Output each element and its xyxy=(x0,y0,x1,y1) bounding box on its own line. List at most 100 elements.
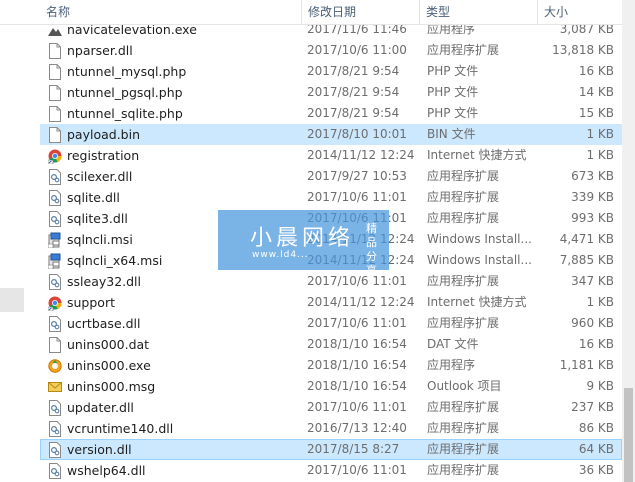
file-name: ntunnel_sqlite.php xyxy=(67,106,183,121)
dll-file-icon xyxy=(48,316,62,332)
file-size: 673 KB xyxy=(571,169,614,183)
file-date-modified: 2017/8/21 9:54 xyxy=(307,106,400,120)
column-header-size[interactable]: 大小 xyxy=(538,0,622,24)
file-size: 16 KB xyxy=(578,64,614,78)
file-name: support xyxy=(67,295,115,310)
file-size: 1 KB xyxy=(586,127,614,141)
file-date-modified: 2014/11/12 12:24 xyxy=(307,295,415,309)
file-type: PHP 文件 xyxy=(427,85,479,99)
file-date-modified: 2017/10/6 11:01 xyxy=(307,190,407,204)
file-row[interactable]: sqlite.dll 2017/10/6 11:01 应用程序扩展 339 KB xyxy=(40,187,622,208)
file-type: DAT 文件 xyxy=(427,337,479,351)
dll-file-icon xyxy=(48,211,62,227)
file-date-modified: 2017/10/6 11:01 xyxy=(307,274,407,288)
file-row[interactable]: ucrtbase.dll 2017/10/6 11:01 应用程序扩展 960 KB xyxy=(40,313,622,334)
file-type: 应用程序扩展 xyxy=(427,400,500,414)
file-row[interactable]: scilexer.dll 2017/9/27 10:53 应用程序扩展 673 KB xyxy=(40,166,622,187)
blank-file-icon xyxy=(48,127,62,143)
blank-file-icon xyxy=(48,64,62,80)
msi-installer-icon xyxy=(47,253,62,270)
blank-file-icon xyxy=(48,85,62,101)
watermark-subtitle: www.ld4... xyxy=(252,250,309,260)
file-type: Internet 快捷方式 xyxy=(427,148,527,162)
column-header-date[interactable]: 修改日期 xyxy=(302,0,420,24)
file-size: 36 KB xyxy=(578,463,614,477)
file-type: 应用程序扩展 xyxy=(427,190,500,204)
uninstaller-icon xyxy=(48,358,62,374)
file-row[interactable]: ntunnel_pgsql.php 2017/8/21 9:54 PHP 文件 14 … xyxy=(40,82,622,103)
file-type: 应用程序扩展 xyxy=(427,274,500,288)
file-name: updater.dll xyxy=(67,400,134,415)
file-size: 993 KB xyxy=(571,211,614,225)
file-name: version.dll xyxy=(67,442,132,457)
file-row[interactable]: unins000.exe 2018/1/10 16:54 应用程序 1,181 KB xyxy=(40,355,622,376)
mail-message-icon xyxy=(48,379,62,395)
file-row[interactable]: updater.dll 2017/10/6 11:01 应用程序扩展 237 KB xyxy=(40,397,622,418)
file-type: 应用程序扩展 xyxy=(427,421,500,435)
file-date-modified: 2017/10/6 11:00 xyxy=(307,43,407,57)
file-size: 64 KB xyxy=(578,442,614,456)
file-name: sqlite.dll xyxy=(67,190,120,205)
file-row[interactable]: ssleay32.dll 2017/10/6 11:01 应用程序扩展 347 KB xyxy=(40,271,622,292)
file-name: payload.bin xyxy=(67,127,141,142)
file-row[interactable]: payload.bin 2017/8/10 10:01 BIN 文件 1 KB xyxy=(40,124,622,145)
file-row[interactable]: unins000.msg 2018/1/10 16:54 Outlook 项目 9 K… xyxy=(40,376,622,397)
column-header-bar: 名称 ︿ 修改日期 类型 大小 xyxy=(0,0,622,25)
file-size: 9 KB xyxy=(586,379,614,393)
file-size: 15 KB xyxy=(578,106,614,120)
file-date-modified: 2018/1/10 16:54 xyxy=(307,379,407,393)
file-row[interactable]: ntunnel_sqlite.php 2017/8/21 9:54 PHP 文件 15… xyxy=(40,103,622,124)
scrollbar-thumb[interactable] xyxy=(624,388,633,482)
column-header-name[interactable]: 名称 xyxy=(40,0,302,24)
file-size: 347 KB xyxy=(571,274,614,288)
file-name: vcruntime140.dll xyxy=(67,421,174,436)
file-type: PHP 文件 xyxy=(427,106,479,120)
file-date-modified: 2018/1/10 16:54 xyxy=(307,337,407,351)
file-type: Outlook 项目 xyxy=(427,379,502,393)
file-name: ucrtbase.dll xyxy=(67,316,141,331)
file-date-modified: 2017/10/6 11:01 xyxy=(307,463,407,477)
file-date-modified: 2017/9/27 10:53 xyxy=(307,169,407,183)
file-size: 86 KB xyxy=(578,421,614,435)
file-type: 应用程序 xyxy=(427,358,476,372)
file-type: 应用程序扩展 xyxy=(427,211,500,225)
file-date-modified: 2017/10/6 11:01 xyxy=(307,316,407,330)
file-name: unins000.msg xyxy=(67,379,156,394)
file-row[interactable]: wshelp64.dll 2017/10/6 11:01 应用程序扩展 36 KB xyxy=(40,460,622,481)
file-row[interactable]: vcruntime140.dll 2016/7/13 12:40 应用程序扩展 86 … xyxy=(40,418,622,439)
file-size: 1 KB xyxy=(586,148,614,162)
file-size: 4,471 KB xyxy=(559,232,614,246)
file-date-modified: 2017/8/15 8:27 xyxy=(307,442,400,456)
file-size: 7,885 KB xyxy=(559,253,614,267)
file-name: ntunnel_mysql.php xyxy=(67,64,187,79)
column-header-type[interactable]: 类型 xyxy=(420,0,538,24)
dll-file-icon xyxy=(48,400,62,416)
vertical-scrollbar[interactable] xyxy=(622,0,635,482)
dll-file-icon xyxy=(48,463,62,479)
file-row[interactable]: version.dll 2017/8/15 8:27 应用程序扩展 64 KB xyxy=(40,439,622,460)
file-date-modified: 2017/10/6 11:01 xyxy=(307,400,407,414)
file-size: 339 KB xyxy=(571,190,614,204)
file-row[interactable]: nparser.dll 2017/10/6 11:00 应用程序扩展 13,818 K… xyxy=(40,40,622,61)
file-name: sqlite3.dll xyxy=(67,211,128,226)
dll-file-icon xyxy=(48,442,62,458)
file-name: ssleay32.dll xyxy=(67,274,142,289)
file-date-modified: 2016/7/13 12:40 xyxy=(307,421,407,435)
dll-file-icon xyxy=(48,274,62,290)
file-row[interactable]: registration 2014/11/12 12:24 Internet 快捷方… xyxy=(40,145,622,166)
file-type: BIN 文件 xyxy=(427,127,476,141)
file-type: Windows Install... xyxy=(427,253,532,267)
file-type: Internet 快捷方式 xyxy=(427,295,527,309)
watermark-tag: 精品分享 xyxy=(366,222,377,277)
file-size: 1 KB xyxy=(586,295,614,309)
file-type: Windows Install... xyxy=(427,232,532,246)
watermark-overlay: 小晨网络 www.ld4... 精品分享 xyxy=(218,210,389,277)
file-type: 应用程序扩展 xyxy=(427,463,500,477)
file-name: sqlncli.msi xyxy=(67,232,133,247)
file-row[interactable]: ntunnel_mysql.php 2017/8/21 9:54 PHP 文件 16 … xyxy=(40,61,622,82)
file-row[interactable]: unins000.dat 2018/1/10 16:54 DAT 文件 16 KB xyxy=(40,334,622,355)
dll-file-icon xyxy=(48,169,62,185)
chrome-shortcut-icon xyxy=(47,295,62,312)
file-size: 16 KB xyxy=(578,337,614,351)
file-row[interactable]: support 2014/11/12 12:24 Internet 快捷方式 1 KB xyxy=(40,292,622,313)
